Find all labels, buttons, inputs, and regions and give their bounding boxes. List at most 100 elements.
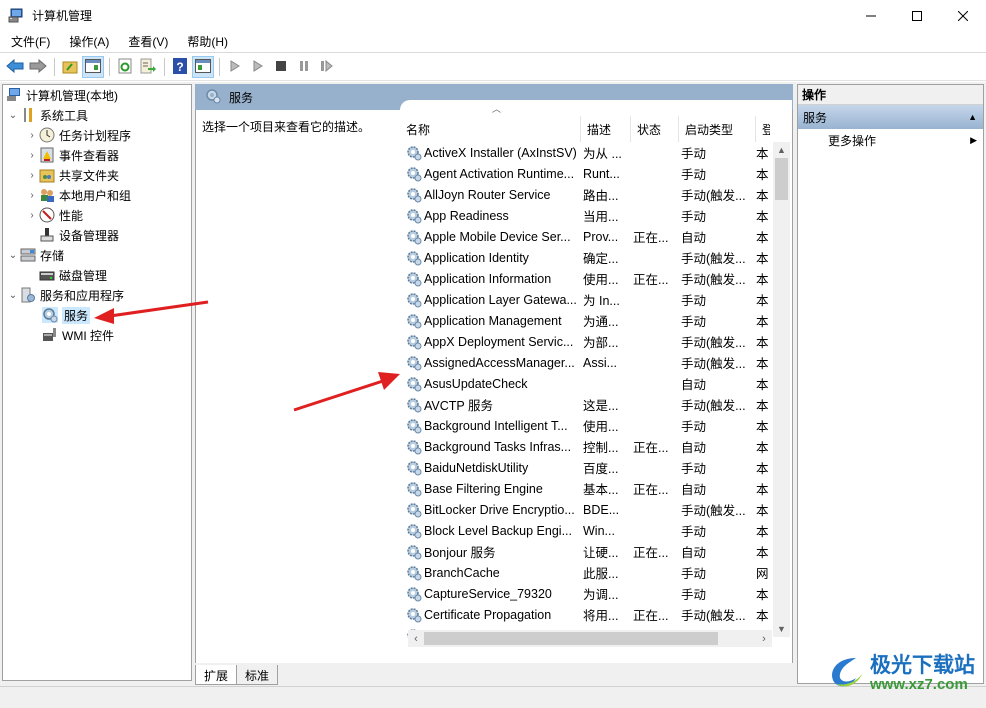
service-startup-type: 手动 (681, 420, 707, 434)
tree-item-services-apps[interactable]: ⌄ 服务和应用程序 (3, 285, 191, 305)
column-header-name[interactable]: 名称 (400, 116, 581, 142)
service-row[interactable]: AsusUpdateCheck 自动 本 (400, 373, 772, 394)
back-button[interactable] (4, 56, 26, 78)
service-row[interactable]: CaptureService_79320 为调... 手动 本 (400, 583, 772, 604)
action-more-actions[interactable]: 更多操作 ▶ (798, 129, 983, 151)
service-row[interactable]: Application Identity 确定... 手动(触发... 本 (400, 247, 772, 268)
start-service-alt-button[interactable] (247, 56, 269, 78)
service-row[interactable]: Block Level Backup Engi... Win... 手动 本 (400, 520, 772, 541)
close-button[interactable] (940, 0, 986, 31)
service-row[interactable]: Background Intelligent T... 使用... 手动 本 (400, 415, 772, 436)
service-gear-icon (406, 418, 422, 434)
pause-service-button[interactable] (293, 56, 315, 78)
collapse-up-icon[interactable]: ▲ (968, 112, 977, 122)
menu-view[interactable]: 查看(V) (117, 33, 176, 50)
help-button[interactable]: ? (169, 56, 191, 78)
vertical-scrollbar[interactable]: ▲ ▼ (773, 142, 790, 637)
up-button[interactable] (59, 56, 81, 78)
tree-item-wmi-control[interactable]: WMI 控件 (3, 325, 191, 345)
service-name: BranchCache (424, 565, 500, 580)
service-row[interactable]: ActiveX Installer (AxInstSV) 为从 ... 手动 本 (400, 142, 772, 163)
tree-item-storage[interactable]: ⌄ 存储 (3, 245, 191, 265)
service-row[interactable]: BranchCache 此服... 手动 网 (400, 562, 772, 583)
tree-item-device-manager[interactable]: 设备管理器 (3, 225, 191, 245)
service-gear-icon (406, 229, 422, 245)
horizontal-scrollbar[interactable]: ‹ › (408, 630, 772, 647)
actions-section-services[interactable]: 服务 ▲ (798, 105, 983, 129)
tree-item-services[interactable]: 服务 (3, 305, 191, 325)
service-name: Certificate Propagation (424, 607, 552, 622)
minimize-button[interactable] (848, 0, 894, 31)
tree-item-disk-management[interactable]: 磁盘管理 (3, 265, 191, 285)
column-header-description[interactable]: 描述 (581, 116, 631, 142)
tab-extended[interactable]: 扩展 (195, 665, 238, 685)
watermark: 极光下载站 www.xz7.com (826, 652, 975, 695)
export-list-button[interactable] (137, 56, 159, 78)
scroll-up-icon[interactable]: ▲ (773, 142, 790, 158)
column-header-status[interactable]: 状态 (631, 116, 679, 142)
chevron-down-icon[interactable]: ⌄ (6, 290, 20, 301)
service-row[interactable]: AllJoyn Router Service 路由... 手动(触发... 本 (400, 184, 772, 205)
tools-icon (20, 107, 36, 123)
scroll-thumb[interactable] (424, 632, 718, 645)
service-row[interactable]: Application Management 为通... 手动 本 (400, 310, 772, 331)
forward-button[interactable] (27, 56, 49, 78)
tree-item-system-tools[interactable]: ⌄ 系统工具 (3, 105, 191, 125)
service-row[interactable]: Apple Mobile Device Ser... Prov... 正在... 自动… (400, 226, 772, 247)
tree-item-event-viewer[interactable]: › 事件查看器 (3, 145, 191, 165)
menu-file[interactable]: 文件(F) (0, 33, 58, 50)
service-row[interactable]: Background Tasks Infras... 控制... 正在... 自动 本 (400, 436, 772, 457)
tree-item-performance[interactable]: › 性能 (3, 205, 191, 225)
svg-text:?: ? (176, 60, 183, 74)
chevron-right-icon[interactable]: › (25, 130, 39, 141)
service-row[interactable]: Application Information 使用... 正在... 手动(触发..… (400, 268, 772, 289)
service-row[interactable]: Agent Activation Runtime... Runt... 手动 本 (400, 163, 772, 184)
show-hide-tree-button[interactable] (82, 56, 104, 78)
stop-service-button[interactable] (270, 56, 292, 78)
chevron-down-icon[interactable]: ⌄ (6, 250, 20, 261)
service-description: 这是... (583, 399, 619, 413)
scroll-down-icon[interactable]: ▼ (773, 621, 790, 637)
tree-root[interactable]: 计算机管理(本地) (3, 85, 191, 105)
chevron-right-icon[interactable]: › (25, 190, 39, 201)
restart-service-button[interactable] (316, 56, 338, 78)
performance-icon (39, 207, 55, 223)
service-row[interactable]: AppX Deployment Servic... 为部... 手动(触发... 本 (400, 331, 772, 352)
service-description: 为从 ... (583, 147, 622, 161)
tree-item-task-scheduler[interactable]: › 任务计划程序 (3, 125, 191, 145)
scroll-left-icon[interactable]: ‹ (408, 630, 424, 647)
service-row[interactable]: Certificate Propagation 将用... 正在... 手动(触发..… (400, 604, 772, 625)
menu-action[interactable]: 操作(A) (58, 33, 117, 50)
service-row[interactable]: Application Layer Gatewa... 为 In... 手动 本 (400, 289, 772, 310)
tree-label: 系统工具 (40, 108, 89, 123)
start-service-button[interactable] (224, 56, 246, 78)
menu-help[interactable]: 帮助(H) (176, 33, 236, 50)
chevron-right-icon[interactable]: › (25, 170, 39, 181)
chevron-down-icon[interactable]: ⌄ (6, 110, 20, 121)
show-hide-action-pane-button[interactable] (192, 56, 214, 78)
tree-label: WMI 控件 (62, 328, 114, 343)
service-row[interactable]: Base Filtering Engine 基本... 正在... 自动 本 (400, 478, 772, 499)
gear-icon (205, 88, 221, 107)
service-startup-type: 自动 (681, 378, 707, 392)
tree-item-shared-folders[interactable]: › 共享文件夹 (3, 165, 191, 185)
service-row[interactable]: AssignedAccessManager... Assi... 手动(触发... 本 (400, 352, 772, 373)
service-name: BaiduNetdiskUtility (424, 460, 529, 475)
scroll-right-icon[interactable]: › (756, 630, 772, 647)
service-row[interactable]: AVCTP 服务 这是... 手动(触发... 本 (400, 394, 772, 415)
service-gear-icon (406, 439, 422, 455)
refresh-button[interactable] (114, 56, 136, 78)
tree-item-local-users[interactable]: › 本地用户和组 (3, 185, 191, 205)
maximize-button[interactable] (894, 0, 940, 31)
service-row[interactable]: BaiduNetdiskUtility 百度... 手动 本 (400, 457, 772, 478)
chevron-right-icon[interactable]: › (25, 150, 39, 161)
column-header-startup-type[interactable]: 启动类型 (679, 116, 756, 142)
service-row[interactable]: Bonjour 服务 让硬... 正在... 自动 本 (400, 541, 772, 562)
scroll-thumb[interactable] (775, 158, 788, 200)
column-header-logon[interactable]: 登 (756, 116, 770, 142)
service-row[interactable]: BitLocker Drive Encryptio... BDE... 手动(触发.… (400, 499, 772, 520)
service-name: AsusUpdateCheck (424, 376, 528, 391)
service-row[interactable]: App Readiness 当用... 手动 本 (400, 205, 772, 226)
chevron-right-icon[interactable]: › (25, 210, 39, 221)
tab-standard[interactable]: 标准 (236, 665, 279, 685)
